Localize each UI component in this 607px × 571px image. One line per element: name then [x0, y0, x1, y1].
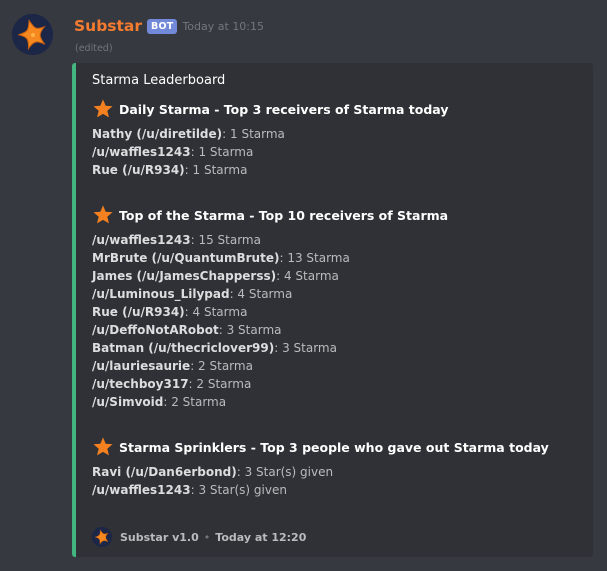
starma-count: 4 Starma — [237, 287, 293, 301]
user-name: Rue (/u/R934) — [92, 163, 185, 177]
edited-label: (edited) — [75, 43, 113, 54]
message-timestamp[interactable]: Today at 10:15 — [182, 20, 264, 33]
starma-count: 13 Starma — [287, 251, 350, 265]
list-item: /u/Luminous_Lilypad: 4 Starma — [92, 287, 293, 301]
daily-starma-section: Daily Starma - Top 3 receivers of Starma… — [92, 97, 587, 179]
starma-count: 4 Starma — [283, 269, 339, 283]
section-header: Top of the Starma - Top 10 receivers of … — [92, 203, 587, 227]
section-header: Daily Starma - Top 3 receivers of Starma… — [92, 97, 587, 121]
list-item: /u/DeffoNotARobot: 3 Starma — [92, 323, 282, 337]
footer-timestamp: Today at 12:20 — [215, 530, 307, 544]
footer-text: Substar v1.0 — [120, 530, 199, 544]
list-item: /u/Simvoid: 2 Starma — [92, 395, 227, 409]
user-name: /u/Luminous_Lilypad — [92, 287, 230, 301]
section-title: Top of the Starma - Top 10 receivers of … — [119, 207, 449, 223]
bot-message: Substar BOT Today at 10:15 (edited) Star… — [0, 0, 607, 571]
user-name: Batman (/u/thecriclover99) — [92, 341, 275, 355]
list-item: Batman (/u/thecriclover99): 3 Starma — [92, 341, 337, 355]
user-name: /u/waffles1243 — [92, 233, 191, 247]
starma-count: 2 Starma — [196, 377, 252, 391]
leaderboard-embed: Starma Leaderboard Daily Starma - Top 3 … — [72, 63, 593, 557]
username[interactable]: Substar — [74, 17, 142, 35]
starma-count: 3 Starma — [226, 323, 282, 337]
list-item: /u/waffles1243: 15 Starma — [92, 233, 261, 247]
starfish-avatar-icon[interactable] — [12, 14, 53, 55]
list-item: /u/waffles1243: 1 Starma — [92, 145, 254, 159]
star-icon — [93, 99, 113, 118]
user-name: /u/DeffoNotARobot — [92, 323, 219, 337]
user-name: /u/waffles1243 — [92, 483, 191, 497]
section-header: Starma Sprinklers - Top 3 people who gav… — [92, 435, 587, 459]
starma-count: 2 Starma — [198, 359, 253, 373]
list-item: Rue (/u/R934): 4 Starma — [92, 305, 248, 319]
section-title: Daily Starma - Top 3 receivers of Starma… — [119, 101, 449, 117]
list-item: MrBrute (/u/QuantumBrute): 13 Starma — [92, 251, 350, 265]
list-item: James (/u/JamesChapperss): 4 Starma — [92, 269, 339, 283]
starma-count: 1 Starma — [230, 127, 285, 141]
list-item: Rue (/u/R934): 1 Starma — [92, 163, 248, 177]
message-header: Substar BOT Today at 10:15 — [74, 15, 264, 37]
list-item: /u/waffles1243: 3 Star(s) given — [92, 483, 287, 497]
embed-title: Starma Leaderboard — [92, 73, 226, 88]
bot-badge: BOT — [147, 18, 178, 34]
user-name: /u/lauriesaurie — [92, 359, 191, 373]
starma-count: 4 Starma — [192, 305, 248, 319]
stars-given-count: 3 Star(s) given — [244, 465, 334, 479]
starma-count: 3 Starma — [282, 341, 337, 355]
section-rows: Nathy (/u/diretilde): 1 Starma /u/waffle… — [92, 125, 587, 179]
top-starma-section: Top of the Starma - Top 10 receivers of … — [92, 203, 587, 411]
list-item: /u/techboy317: 2 Starma — [92, 377, 252, 391]
starma-count: 2 Starma — [171, 395, 227, 409]
user-name: Nathy (/u/diretilde) — [92, 127, 223, 141]
starma-count: 1 Starma — [192, 163, 248, 177]
footer-separator: • — [203, 530, 211, 544]
section-rows: /u/waffles1243: 15 Starma MrBrute (/u/Qu… — [92, 231, 587, 411]
star-icon — [93, 437, 113, 456]
user-name: James (/u/JamesChapperss) — [92, 269, 277, 283]
user-name: /u/waffles1243 — [92, 145, 191, 159]
user-name: Rue (/u/R934) — [92, 305, 185, 319]
list-item: /u/lauriesaurie: 2 Starma — [92, 359, 253, 373]
stars-given-count: 3 Star(s) given — [198, 483, 287, 497]
starma-sprinklers-section: Starma Sprinklers - Top 3 people who gav… — [92, 435, 587, 499]
starfish-footer-icon — [92, 527, 112, 547]
user-name: Ravi (/u/Dan6erbond) — [92, 465, 237, 479]
user-name: /u/Simvoid — [92, 395, 164, 409]
user-name: /u/techboy317 — [92, 377, 189, 391]
starma-count: 15 Starma — [198, 233, 261, 247]
user-name: MrBrute (/u/QuantumBrute) — [92, 251, 280, 265]
section-title: Starma Sprinklers - Top 3 people who gav… — [119, 439, 549, 455]
star-icon — [93, 205, 113, 224]
embed-footer: Substar v1.0 • Today at 12:20 — [92, 525, 306, 549]
section-rows: Ravi (/u/Dan6erbond): 3 Star(s) given /u… — [92, 463, 587, 499]
list-item: Ravi (/u/Dan6erbond): 3 Star(s) given — [92, 465, 334, 479]
list-item: Nathy (/u/diretilde): 1 Starma — [92, 127, 285, 141]
starma-count: 1 Starma — [198, 145, 254, 159]
